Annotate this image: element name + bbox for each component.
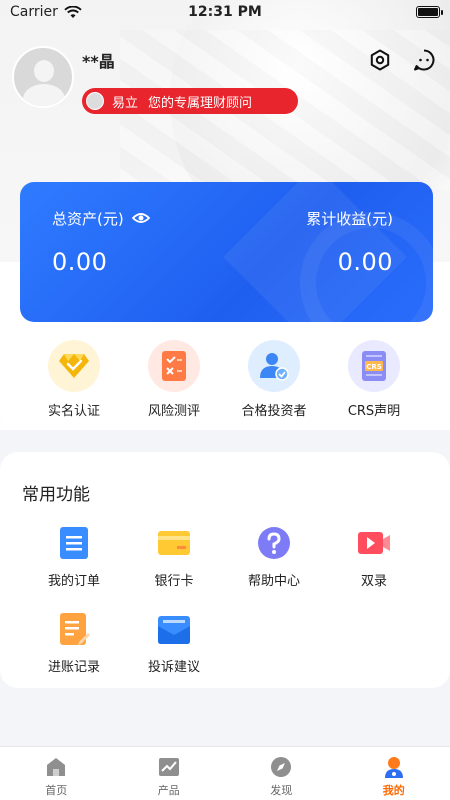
tab-label: 产品: [157, 784, 180, 797]
status-bar: Carrier 12:31 PM: [0, 0, 450, 24]
settings-icon[interactable]: [368, 48, 392, 72]
function-label: 投诉建议: [147, 660, 200, 675]
profile-header: **晶 易立 您的专属理财顾问: [12, 46, 298, 114]
function-label: 帮助中心: [247, 574, 300, 589]
quick-action-verify[interactable]: 实名认证: [24, 340, 124, 419]
section-title: 常用功能: [22, 485, 90, 505]
total-assets-value: 0.00: [52, 248, 108, 276]
tab-label: 发现: [270, 784, 293, 797]
function-bank-card[interactable]: 银行卡: [124, 526, 224, 612]
function-my-orders[interactable]: 我的订单: [24, 526, 124, 612]
advisor-pill[interactable]: 易立 您的专属理财顾问: [82, 88, 298, 114]
tab-discover[interactable]: 发现: [225, 747, 338, 800]
tab-home[interactable]: 首页: [0, 747, 113, 800]
function-complaint[interactable]: 投诉建议: [124, 612, 224, 698]
status-time: 12:31 PM: [188, 4, 262, 20]
avatar[interactable]: [12, 46, 74, 108]
total-assets-label: 总资产(元): [52, 209, 124, 228]
home-icon: [47, 758, 66, 776]
quick-actions: 实名认证 风险测评 合格投资者 CRS CRS声明: [0, 340, 450, 419]
help-icon: [258, 527, 290, 559]
function-label: 我的订单: [47, 574, 100, 589]
quick-action-label: CRS声明: [347, 404, 401, 419]
advisor-avatar: [86, 92, 104, 110]
product-chart-icon: [158, 758, 179, 776]
svg-text:CRS: CRS: [366, 363, 382, 371]
function-income-record[interactable]: 进账记录: [24, 612, 124, 698]
video-record-icon: [358, 532, 390, 554]
complaint-mail-icon: [158, 616, 190, 644]
message-icon[interactable]: [412, 48, 436, 72]
quick-action-label: 风险测评: [147, 404, 200, 419]
tab-mine[interactable]: 我的: [338, 747, 450, 800]
bottom-tab-bar: 首页 产品 发现 我的: [0, 746, 450, 800]
profile-icon: [384, 757, 403, 778]
function-label: 双录: [360, 574, 387, 589]
bank-card-icon: [158, 531, 190, 555]
quick-action-label: 实名认证: [47, 404, 100, 419]
user-name: **晶: [82, 52, 115, 71]
tab-products[interactable]: 产品: [113, 747, 226, 800]
quick-action-risk[interactable]: 风险测评: [124, 340, 224, 419]
function-label: 进账记录: [47, 660, 100, 675]
advisor-name: 易立: [112, 95, 139, 111]
income-value: 0.00: [337, 248, 393, 276]
quick-action-label: 合格投资者: [241, 404, 307, 419]
compass-icon: [271, 757, 292, 777]
risk-assessment-icon: [148, 340, 200, 392]
verified-diamond-icon: [48, 340, 100, 392]
function-dual-record[interactable]: 双录: [324, 526, 424, 612]
eye-icon[interactable]: [131, 212, 150, 224]
income-record-icon: [60, 613, 90, 645]
battery-icon: [416, 6, 443, 18]
tab-label: 首页: [45, 784, 68, 797]
tab-label: 我的: [382, 784, 405, 797]
order-list-icon: [60, 527, 88, 559]
income-label: 累计收益(元): [306, 209, 393, 228]
quick-action-crs[interactable]: CRS CRS声明: [324, 340, 424, 419]
function-help-center[interactable]: 帮助中心: [224, 526, 324, 612]
qualified-investor-icon: [248, 340, 300, 392]
crs-statement-icon: CRS: [348, 340, 400, 392]
function-label: 银行卡: [154, 574, 194, 589]
advisor-text: 您的专属理财顾问: [148, 95, 253, 111]
asset-card[interactable]: 总资产(元) 0.00 累计收益(元) 0.00: [20, 182, 433, 322]
common-functions-card: 常用功能 我的订单 银行卡 帮助中心 双录 进账记录 投诉建议: [0, 452, 450, 688]
quick-action-investor[interactable]: 合格投资者: [224, 340, 324, 419]
